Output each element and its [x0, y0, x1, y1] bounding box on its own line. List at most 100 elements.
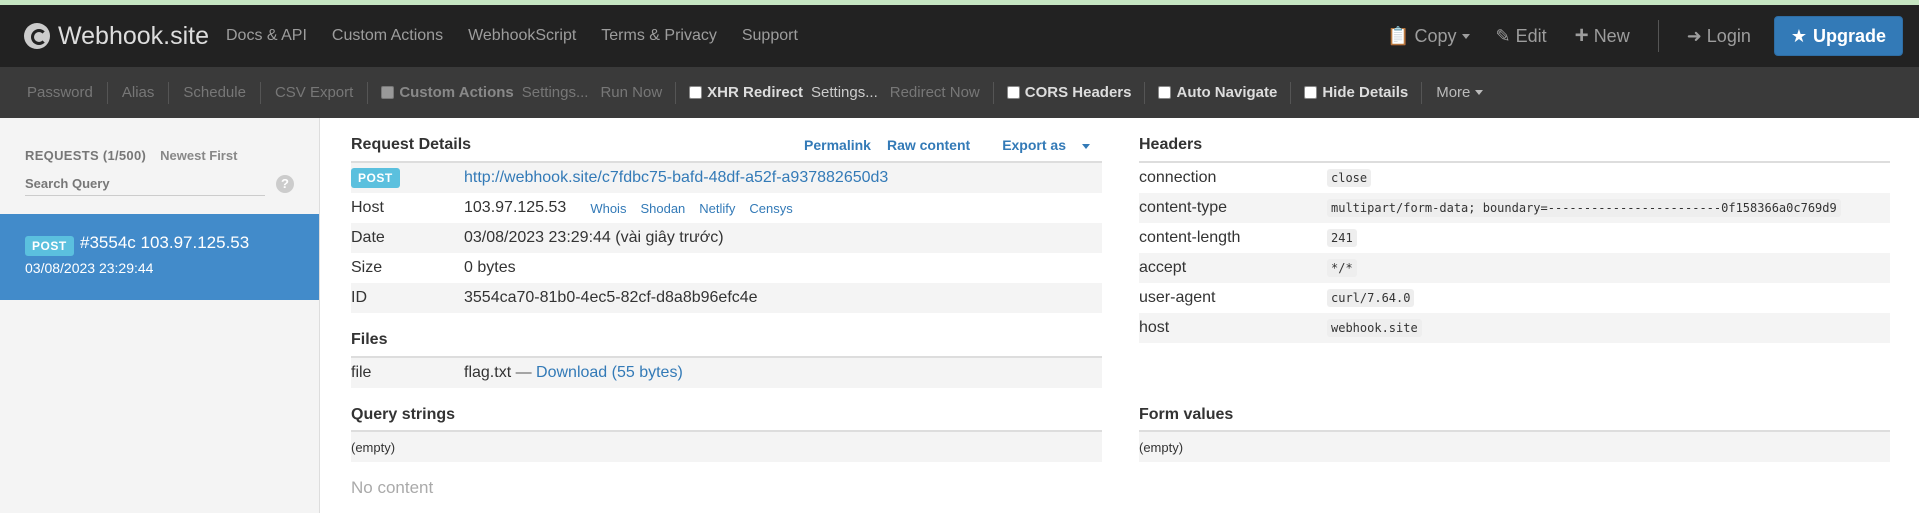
date-label: Date: [351, 229, 385, 246]
brand-link[interactable]: Webhook.site: [24, 5, 209, 67]
nav-links: Docs & API Custom Actions WebhookScript …: [226, 5, 823, 67]
size-value: 0 bytes: [464, 259, 516, 276]
help-icon[interactable]: ?: [276, 175, 294, 193]
login-icon: ➜: [1686, 25, 1702, 46]
cors-headers-group: CORS Headers: [994, 81, 1146, 104]
form-values-empty: (empty): [1139, 432, 1890, 462]
netlify-link[interactable]: Netlify: [699, 201, 735, 216]
header-row: host webhook.site: [1139, 313, 1890, 343]
navbar: Webhook.site Docs & API Custom Actions W…: [0, 5, 1919, 67]
custom-actions-checkbox[interactable]: [381, 86, 395, 99]
file-row: file flag.txt — Download (55 bytes): [351, 358, 1102, 388]
header-row: user-agent curl/7.64.0: [1139, 283, 1890, 313]
hide-details-label[interactable]: Hide Details: [1322, 84, 1408, 101]
auto-navigate-label[interactable]: Auto Navigate: [1176, 84, 1277, 101]
more-label: More: [1436, 84, 1471, 101]
header-key: host: [1139, 319, 1170, 336]
webhook-url-link[interactable]: http://webhook.site/c7fdbc75-bafd-48df-a…: [464, 169, 888, 187]
nav-actions: 📋 Copy ✎ Edit + New ➜ Login ★ Upgrade: [1387, 5, 1919, 67]
header-value: multipart/form-data; boundary=----------…: [1327, 199, 1841, 217]
xhr-redirect-checkbox[interactable]: [689, 86, 703, 99]
nav-webhookscript[interactable]: WebhookScript: [468, 27, 576, 45]
header-key: user-agent: [1139, 289, 1216, 306]
custom-actions-label[interactable]: Custom Actions: [399, 84, 513, 101]
caret-down-icon: [1475, 90, 1484, 95]
edit-icon: ✎: [1495, 25, 1511, 46]
permalink-link[interactable]: Permalink: [804, 137, 871, 153]
header-value: close: [1327, 169, 1372, 187]
hide-details-checkbox[interactable]: [1304, 86, 1318, 99]
date-row: Date 03/08/2023 23:29:44 (vài giây trước…: [351, 223, 1102, 253]
xhr-redirect-group: XHR Redirect Settings... Redirect Now: [676, 81, 994, 104]
alias-button[interactable]: Alias: [108, 81, 170, 104]
caret-down-icon: [1082, 143, 1090, 149]
upgrade-label: Upgrade: [1812, 25, 1886, 46]
nav-custom-actions[interactable]: Custom Actions: [332, 27, 443, 45]
upgrade-button[interactable]: ★ Upgrade: [1773, 16, 1903, 56]
request-list-item[interactable]: POST #3554c 103.97.125.53 03/08/2023 23:…: [0, 214, 319, 300]
redirect-now-button[interactable]: Redirect Now: [890, 84, 980, 101]
header-key: connection: [1139, 169, 1217, 186]
header-row: connection close: [1139, 163, 1890, 193]
censys-link[interactable]: Censys: [749, 201, 792, 216]
host-label: Host: [351, 199, 384, 216]
run-now-button[interactable]: Run Now: [600, 84, 662, 101]
header-key: content-type: [1139, 199, 1228, 216]
form-values-title: Form values: [1139, 406, 1234, 423]
webhook-logo-icon: [24, 23, 50, 49]
id-label: ID: [351, 289, 367, 306]
xhr-redirect-settings[interactable]: Settings...: [811, 84, 878, 101]
query-strings-title: Query strings: [351, 406, 456, 423]
host-value: 103.97.125.53: [464, 199, 567, 216]
login-button[interactable]: ➜ Login: [1687, 26, 1751, 47]
cors-headers-label[interactable]: CORS Headers: [1025, 84, 1132, 101]
copy-dropdown[interactable]: 📋 Copy: [1387, 25, 1470, 47]
plus-icon: +: [1574, 22, 1589, 49]
toolbar: Password Alias Schedule CSV Export Custo…: [0, 67, 1919, 118]
copy-label: Copy: [1414, 25, 1457, 46]
request-time: 03/08/2023 23:29:44: [25, 260, 154, 276]
size-row: Size 0 bytes: [351, 253, 1102, 283]
nav-docs-api[interactable]: Docs & API: [226, 27, 307, 45]
edit-label: Edit: [1515, 25, 1547, 46]
schedule-button[interactable]: Schedule: [169, 81, 261, 104]
auto-navigate-checkbox[interactable]: [1158, 86, 1172, 99]
shodan-link[interactable]: Shodan: [640, 201, 685, 216]
size-label: Size: [351, 259, 383, 276]
file-separator: —: [511, 364, 537, 381]
request-title: #3554c 103.97.125.53: [80, 233, 250, 252]
clipboard-icon: 📋: [1387, 25, 1410, 46]
request-details-column: Request Details Permalink Raw content Ex…: [351, 118, 1102, 513]
host-row: Host 103.97.125.53 Whois Shodan Netlify Cen…: [351, 193, 1102, 223]
export-as-dropdown[interactable]: Export as: [986, 137, 1090, 153]
header-value: */*: [1327, 259, 1357, 277]
csv-export-button[interactable]: CSV Export: [261, 81, 369, 104]
raw-content-link[interactable]: Raw content: [887, 137, 970, 153]
more-dropdown[interactable]: More: [1422, 84, 1497, 101]
request-actions: Permalink Raw content Export as: [788, 137, 1090, 153]
nav-terms-privacy[interactable]: Terms & Privacy: [601, 27, 717, 45]
edit-button[interactable]: ✎ Edit: [1496, 26, 1547, 47]
header-row: content-type multipart/form-data; bounda…: [1139, 193, 1890, 223]
cors-headers-checkbox[interactable]: [1006, 86, 1020, 99]
sort-order-button[interactable]: Newest First: [160, 148, 237, 163]
requests-sidebar: REQUESTS (1/500) Newest First ? POST #35…: [0, 118, 320, 513]
download-link[interactable]: Download (55 bytes): [536, 364, 683, 382]
requests-count: REQUESTS (1/500): [25, 148, 147, 163]
whois-link[interactable]: Whois: [590, 201, 626, 216]
star-icon: ★: [1790, 25, 1807, 46]
no-content-text: No content: [351, 478, 434, 497]
xhr-redirect-label[interactable]: XHR Redirect: [707, 84, 803, 101]
header-value: curl/7.64.0: [1327, 289, 1415, 307]
request-details-title: Request Details: [351, 136, 472, 153]
password-button[interactable]: Password: [0, 81, 108, 104]
nav-support[interactable]: Support: [742, 27, 798, 45]
header-row: accept */*: [1139, 253, 1890, 283]
new-button[interactable]: + New: [1575, 22, 1630, 50]
method-badge: POST: [25, 236, 74, 256]
requests-header: REQUESTS (1/500) Newest First: [25, 148, 237, 163]
custom-actions-settings[interactable]: Settings...: [522, 84, 589, 101]
caret-down-icon: [1461, 33, 1470, 39]
search-query-input[interactable]: [25, 172, 265, 196]
header-key: content-length: [1139, 229, 1241, 246]
